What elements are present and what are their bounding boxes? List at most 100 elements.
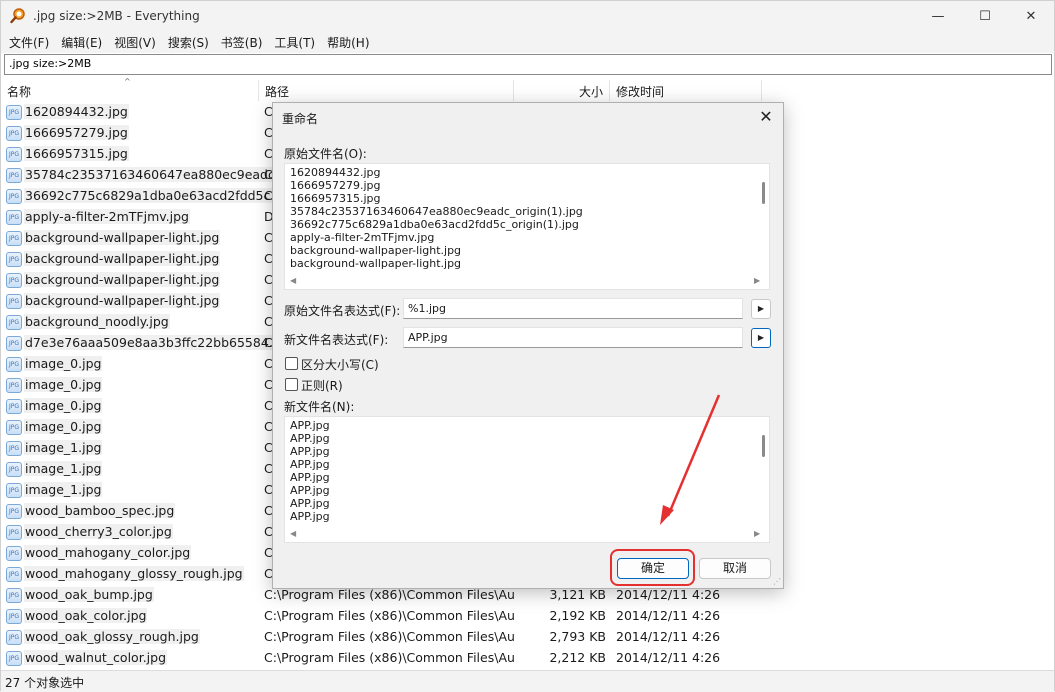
jpg-file-icon: JPG	[6, 609, 22, 624]
column-header-path[interactable]: 路径	[259, 80, 514, 101]
jpg-file-icon: JPG	[6, 630, 22, 645]
sort-ascending-icon: ^	[124, 77, 131, 86]
vertical-scrollbar[interactable]	[762, 435, 765, 457]
file-modified: 2014/12/11 4:26	[616, 587, 721, 602]
new-name-line: APP.jpg	[290, 471, 330, 484]
original-name-line: 36692c775c6829a1dba0e63acd2fdd5c_origin(…	[290, 218, 579, 231]
menu-search[interactable]: 搜索(S)	[163, 31, 214, 53]
original-name-line: apply-a-filter-2mTFjmv.jpg	[290, 231, 435, 244]
original-names-box[interactable]: 1620894432.jpg 1666957279.jpg 1666957315.j…	[284, 163, 770, 290]
file-name: wood_cherry3_color.jpg	[24, 524, 173, 539]
jpg-file-icon: JPG	[6, 462, 22, 477]
file-name: 1666957315.jpg	[24, 146, 129, 161]
file-name: wood_walnut_color.jpg	[24, 650, 168, 665]
search-box[interactable]	[4, 54, 1052, 75]
file-name: 1620894432.jpg	[24, 104, 129, 119]
magnifier-app-icon	[10, 8, 25, 24]
new-name-line: APP.jpg	[290, 484, 330, 497]
vertical-scrollbar[interactable]	[762, 182, 765, 204]
file-size: 3,121 KB	[549, 587, 606, 602]
menu-bookmarks[interactable]: 书签(B)	[216, 31, 268, 53]
new-expr-field[interactable]: APP.jpg	[403, 327, 743, 348]
file-modified: 2014/12/11 4:26	[616, 650, 721, 665]
file-size: 2,212 KB	[549, 650, 606, 665]
file-name: 35784c23537163460647ea880ec9eadc...	[24, 167, 288, 182]
jpg-file-icon: JPG	[6, 357, 22, 372]
new-expr-menu-button[interactable]: ▶	[751, 328, 771, 348]
jpg-file-icon: JPG	[6, 546, 22, 561]
menu-tools[interactable]: 工具(T)	[269, 31, 320, 53]
search-input[interactable]	[9, 57, 1047, 70]
file-size: 2,192 KB	[549, 608, 606, 623]
jpg-file-icon: JPG	[6, 168, 22, 183]
file-row[interactable]: JPG wood_oak_glossy_rough.jpg C:\Program F…	[1, 627, 1054, 648]
new-name-line: APP.jpg	[290, 432, 330, 445]
file-name: image_1.jpg	[24, 482, 103, 497]
scroll-left-icon[interactable]: ◀	[290, 276, 296, 285]
resize-grip-icon[interactable]: ⋰	[773, 577, 781, 586]
menu-bar: 文件(F) 编辑(E) 视图(V) 搜索(S) 书签(B) 工具(T) 帮助(H…	[1, 31, 1054, 53]
window-title: .jpg size:>2MB - Everything	[33, 9, 200, 23]
new-names-box[interactable]: APP.jpg APP.jpg APP.jpg APP.jpg APP.jpg APP.j…	[284, 416, 770, 543]
file-name: d7e3e76aaa509e8aa3b3ffc22bb65584...	[24, 335, 282, 350]
file-size: 2,793 KB	[549, 629, 606, 644]
file-name: image_0.jpg	[24, 356, 103, 371]
file-name: image_0.jpg	[24, 398, 103, 413]
dialog-close-icon[interactable]: ✕	[755, 106, 777, 128]
jpg-file-icon: JPG	[6, 483, 22, 498]
menu-file[interactable]: 文件(F)	[4, 31, 54, 53]
cancel-button[interactable]: 取消	[699, 558, 771, 579]
column-header-modified[interactable]: 修改时间	[610, 80, 762, 101]
menu-edit[interactable]: 编辑(E)	[56, 31, 107, 53]
jpg-file-icon: JPG	[6, 231, 22, 246]
regex-label: 正则(R)	[301, 379, 343, 393]
file-name: wood_oak_color.jpg	[24, 608, 148, 623]
file-row[interactable]: JPG wood_oak_color.jpg C:\Program Files (x…	[1, 606, 1054, 627]
jpg-file-icon: JPG	[6, 294, 22, 309]
close-button[interactable]: ✕	[1008, 1, 1054, 31]
original-name-line: 35784c23537163460647ea880ec9eadc_origin(…	[290, 205, 583, 218]
new-name-line: APP.jpg	[290, 497, 330, 510]
new-expr-label: 新文件名表达式(F):	[284, 333, 389, 347]
column-header-size[interactable]: 大小	[514, 80, 610, 101]
menu-help[interactable]: 帮助(H)	[322, 31, 374, 53]
file-path: C:\Program Files (x86)\Common Files\Aut.…	[264, 650, 514, 665]
file-name: wood_oak_glossy_rough.jpg	[24, 629, 200, 644]
minimize-button[interactable]: —	[915, 1, 961, 31]
jpg-file-icon: JPG	[6, 189, 22, 204]
original-names-list: 1620894432.jpg 1666957279.jpg 1666957315.j…	[290, 166, 583, 270]
title-bar[interactable]: .jpg size:>2MB - Everything — ☐ ✕	[1, 1, 1054, 31]
file-name: wood_oak_bump.jpg	[24, 587, 154, 602]
new-names-list: APP.jpg APP.jpg APP.jpg APP.jpg APP.jpg APP.j…	[290, 419, 330, 523]
jpg-file-icon: JPG	[6, 378, 22, 393]
new-name-line: APP.jpg	[290, 510, 330, 523]
case-sensitive-checkbox[interactable]	[285, 357, 298, 370]
file-modified: 2014/12/11 4:26	[616, 629, 721, 644]
original-expr-menu-button[interactable]: ▶	[751, 299, 771, 319]
jpg-file-icon: JPG	[6, 273, 22, 288]
original-name-line: 1666957279.jpg	[290, 179, 381, 192]
jpg-file-icon: JPG	[6, 651, 22, 666]
scroll-left-icon[interactable]: ◀	[290, 529, 296, 538]
file-name: background-wallpaper-light.jpg	[24, 293, 221, 308]
jpg-file-icon: JPG	[6, 336, 22, 351]
scroll-right-icon[interactable]: ▶	[754, 276, 760, 285]
file-row[interactable]: JPG wood_walnut_color.jpg C:\Program Files…	[1, 648, 1054, 669]
jpg-file-icon: JPG	[6, 105, 22, 120]
file-name: image_0.jpg	[24, 419, 103, 434]
new-name-line: APP.jpg	[290, 419, 330, 432]
original-expr-field[interactable]: %1.jpg	[403, 298, 743, 319]
file-name: 1666957279.jpg	[24, 125, 129, 140]
regex-checkbox[interactable]	[285, 378, 298, 391]
jpg-file-icon: JPG	[6, 567, 22, 582]
annotation-highlight-ring	[610, 549, 695, 586]
scroll-right-icon[interactable]: ▶	[754, 529, 760, 538]
original-name-line: 1666957315.jpg	[290, 192, 381, 205]
new-name-line: APP.jpg	[290, 458, 330, 471]
original-name-line: 1620894432.jpg	[290, 166, 381, 179]
menu-view[interactable]: 视图(V)	[109, 31, 161, 53]
jpg-file-icon: JPG	[6, 420, 22, 435]
maximize-button[interactable]: ☐	[962, 1, 1008, 31]
case-sensitive-label: 区分大小写(C)	[301, 358, 379, 372]
file-path: C:\Program Files (x86)\Common Files\Aut.…	[264, 608, 514, 623]
